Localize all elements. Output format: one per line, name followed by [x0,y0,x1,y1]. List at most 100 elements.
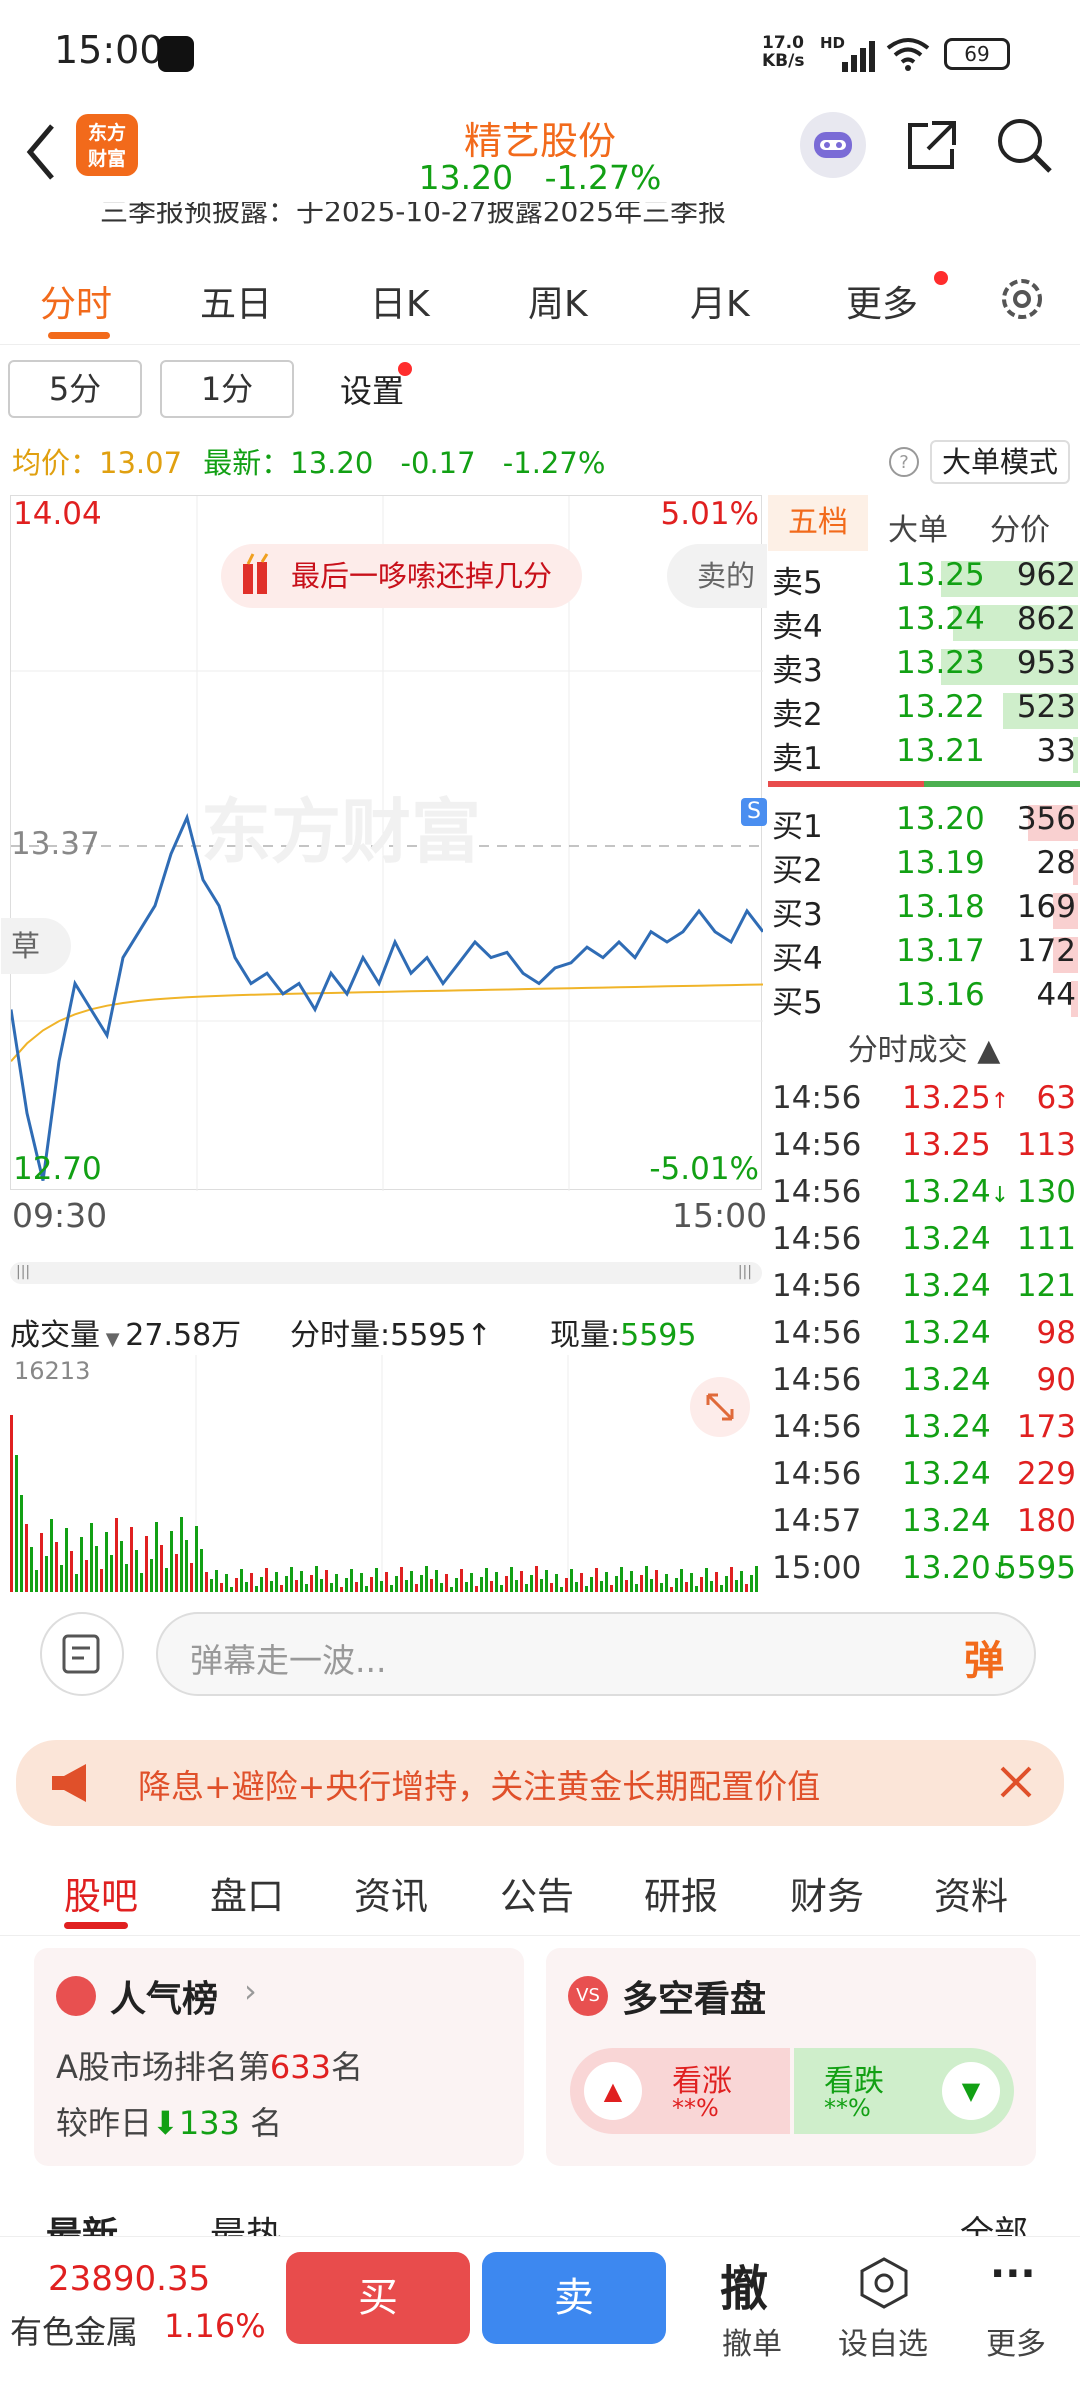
sort-hot[interactable]: 最热 [210,2206,282,2236]
long-short-card[interactable]: VS 多空看盘 ▲ 看涨 **% 看跌 **% ▼ [546,1948,1036,2166]
trade-price: 13.25 [902,1127,991,1163]
trade-price: 13.25↑ [902,1080,1009,1116]
volume-bar [170,1531,173,1595]
current-volume: 现量:5595 [550,1318,697,1353]
tab-big-orders[interactable]: 大单 [888,505,948,549]
rank-text: A股市场排名第633名 [56,2048,363,2086]
tab-finance[interactable]: 财务 [790,1866,864,1920]
tab-five-levels[interactable]: 五档 [768,495,868,551]
volume-chart[interactable]: 16213 [10,1355,762,1595]
sort-latest[interactable]: 最新 [46,2206,118,2236]
order-level-row[interactable]: 卖2 13.22 523 [768,689,1080,733]
scroll-handle-left[interactable]: ||| [16,1264,30,1280]
chart-low-label: 12.70 [13,1151,102,1187]
volume-bar [200,1549,203,1595]
filter-all[interactable]: 全部 [960,2206,1028,2236]
robot-avatar[interactable] [800,112,866,178]
sell-button[interactable]: 卖 [482,2252,666,2344]
tab-profile[interactable]: 资料 [934,1866,1008,1920]
cancel-order-label[interactable]: 撤单 [722,2319,782,2363]
intraday-chart[interactable]: 14.04 5.01% 12.70 -5.01% 13.37 东方财富 最后一哆… [1,495,767,1191]
order-level-row[interactable]: 买2 13.19 28 [768,845,1080,889]
volume-bar [400,1567,403,1595]
add-watchlist-icon[interactable] [856,2255,912,2311]
add-watchlist-label[interactable]: 设自选 [838,2319,928,2363]
battery-icon: 69 [944,38,1010,70]
level-volume: 33 [1036,733,1076,769]
danmu-input[interactable]: 弹幕走一波... 弹 [156,1612,1036,1696]
order-level-row[interactable]: 卖4 13.24 862 [768,601,1080,645]
volume-bar [80,1537,83,1595]
index-name[interactable]: 有色金属 [10,2307,138,2353]
danmu-bubble-partial[interactable]: 卖的 [667,544,767,608]
share-icon[interactable] [900,115,960,175]
back-icon[interactable] [20,112,60,192]
tab-announcements[interactable]: 公告 [500,1866,574,1920]
trades-title[interactable]: 分时成交 ▲ [768,1025,1080,1069]
scroll-handle-right[interactable]: ||| [738,1264,752,1280]
tab-news[interactable]: 资讯 [354,1866,428,1920]
more-label[interactable]: 更多 [986,2319,1046,2363]
tab-five-day[interactable]: 五日 [200,275,272,327]
left-danmu-tag[interactable]: 草 [1,918,71,974]
trade-volume: 98 [1036,1315,1076,1351]
trade-time: 14:56 [772,1268,862,1304]
eastmoney-logo[interactable]: 东方 财富 [76,114,138,176]
volume-bar [535,1566,538,1595]
5min-button[interactable]: 5分 [8,360,142,418]
order-level-row[interactable]: 买3 13.18 169 [768,889,1080,933]
buy-button[interactable]: 买 [286,2252,470,2344]
tab-quote[interactable]: 盘口 [210,1866,284,1920]
index-value[interactable]: 23890.35 [48,2259,210,2299]
tab-price-dist[interactable]: 分价 [990,505,1050,549]
tab-research[interactable]: 研报 [644,1866,718,1920]
volume-max-label: 16213 [14,1357,91,1385]
order-level-row[interactable]: 买5 13.16 44 [768,977,1080,1021]
level-label: 卖2 [772,697,823,733]
volume-bar [50,1519,53,1595]
active-tab-indicator [48,332,110,339]
trade-price: 13.24↓ [902,1174,1009,1210]
settings-gear-icon[interactable] [994,271,1050,327]
search-icon[interactable] [994,115,1054,175]
volume-bar [185,1540,188,1595]
volume-bar [290,1567,293,1595]
sell-marker-icon[interactable]: S [741,798,767,826]
big-order-mode-button[interactable]: 大单模式 [930,440,1071,484]
help-icon[interactable]: ? [888,446,920,478]
cancel-order-icon[interactable]: 撤 [720,2249,768,2319]
level-price: 13.18 [896,889,985,925]
tab-daily-k[interactable]: 日K [370,275,430,327]
trade-volume: 130 [1016,1174,1076,1210]
trade-price: 13.24 [902,1315,991,1351]
chart-settings-button[interactable]: 设置 [340,366,404,412]
announcement-ticker[interactable]: 三季报预披露：于2025-10-27披露2025年三季报 [0,202,1080,232]
trade-row: 14:57 13.24 180 [768,1503,1080,1547]
expand-chart-button[interactable] [690,1377,750,1437]
order-level-row[interactable]: 卖5 13.25 962 [768,557,1080,601]
order-level-row[interactable]: 卖3 13.23 953 [768,645,1080,689]
trade-price-value: 13.24 [902,1409,991,1445]
more-dots-icon[interactable]: ··· [990,2251,1036,2297]
tab-more[interactable]: 更多 [846,275,918,327]
chart-range-scrollbar[interactable]: ||| ||| [10,1262,762,1284]
danmu-settings-button[interactable] [40,1612,124,1696]
bearish-button[interactable]: 看跌 **% ▼ [794,2048,1014,2134]
level-volume: 862 [1016,601,1076,637]
tab-weekly-k[interactable]: 周K [528,275,588,327]
tab-monthly-k[interactable]: 月K [690,275,750,327]
tab-forum[interactable]: 股吧 [64,1866,138,1920]
order-level-row[interactable]: 买4 13.17 172 [768,933,1080,977]
order-level-row[interactable]: 买1 13.20 356 [768,801,1080,845]
close-icon[interactable] [996,1762,1036,1802]
popularity-card[interactable]: 人气榜 › A股市场排名第633名 较昨日⬇133 名 [34,1948,524,2166]
bullish-button[interactable]: ▲ 看涨 **% [570,2048,790,2134]
news-banner[interactable]: 降息+避险+央行增持，关注黄金长期配置价值 [16,1740,1064,1826]
volume-selector[interactable]: 成交量 [10,1318,100,1353]
volume-bar [315,1566,318,1595]
order-level-row[interactable]: 卖1 13.21 33 [768,733,1080,777]
tab-intraday[interactable]: 分时 [40,275,112,327]
active-subtab-indicator [64,1922,128,1929]
1min-button[interactable]: 1分 [160,360,294,418]
danmu-send-button[interactable]: 弹 [964,1628,1004,1686]
